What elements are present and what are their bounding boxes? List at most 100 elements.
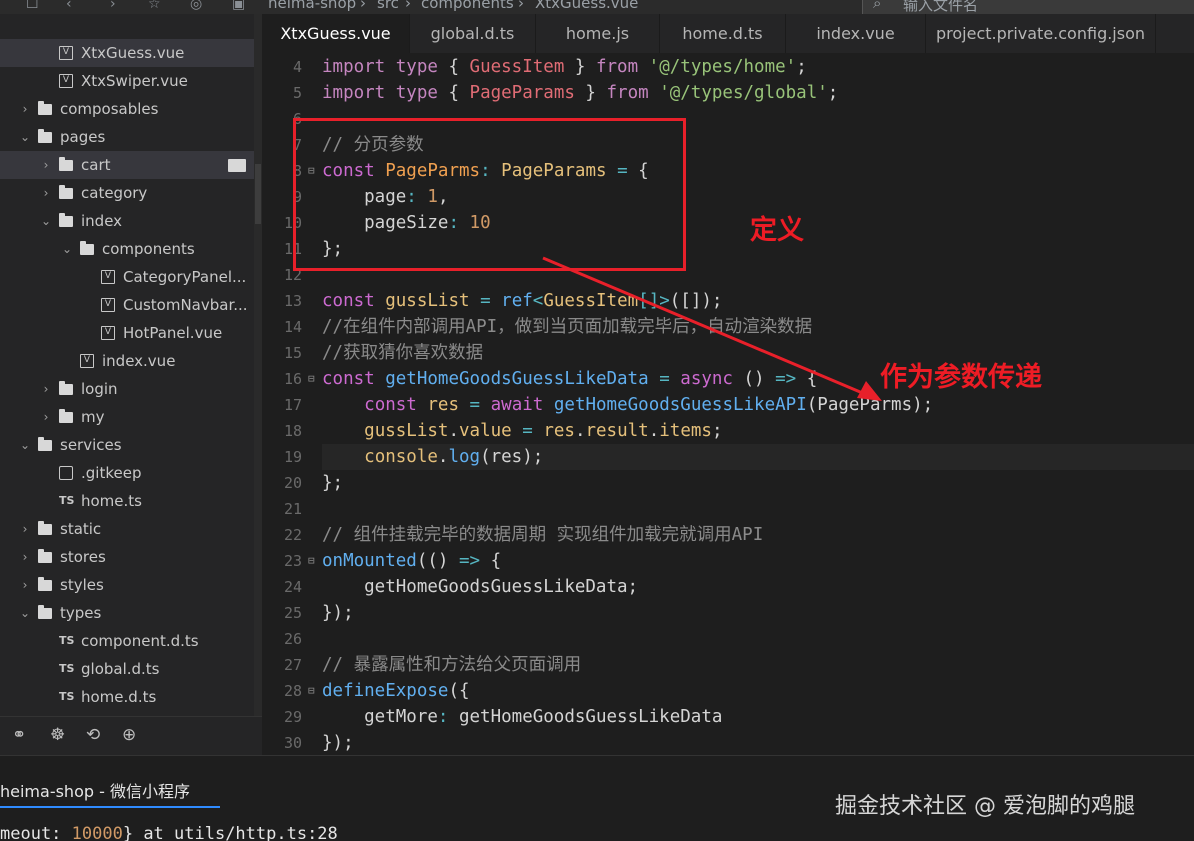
star-icon[interactable]: ☆ bbox=[148, 0, 161, 12]
code-token: '@/types/global' bbox=[659, 83, 828, 103]
chevron-right-icon[interactable]: › bbox=[39, 403, 53, 431]
sidebar-item-label: component.d.ts bbox=[81, 632, 199, 650]
sidebar-item-label: cart bbox=[81, 156, 111, 174]
fold-toggle-icon[interactable]: ⊟ bbox=[308, 678, 318, 704]
sidebar-item[interactable]: ⌄ components bbox=[0, 235, 254, 263]
fold-toggle-icon[interactable]: ⊟ bbox=[308, 548, 318, 574]
sidebar-item[interactable]: › category bbox=[0, 179, 254, 207]
code-line[interactable]: import type { GuessItem } from '@/types/… bbox=[322, 54, 807, 80]
forward-arrow-icon[interactable]: › bbox=[110, 0, 116, 12]
code-line[interactable]: onMounted(() => { bbox=[322, 548, 501, 574]
scrollbar-thumb[interactable] bbox=[255, 164, 261, 224]
code-line[interactable]: }); bbox=[322, 600, 354, 626]
chevron-right-icon[interactable]: › bbox=[39, 375, 53, 403]
editor-tab[interactable]: home.d.ts bbox=[660, 14, 786, 53]
sidebar-item[interactable]: V CustomNavbar... bbox=[0, 291, 254, 319]
editor-tab[interactable]: XtxGuess.vue bbox=[262, 14, 410, 53]
chevron-right-icon[interactable]: › bbox=[18, 95, 32, 123]
code-line[interactable]: console.log(res); bbox=[322, 444, 1194, 470]
code-line[interactable]: const gussList = ref<GuessItem[]>([]); bbox=[322, 288, 722, 314]
editor-tab[interactable]: project.private.config.json bbox=[926, 14, 1156, 53]
new-folder-icon[interactable] bbox=[228, 159, 246, 172]
code-line[interactable]: getMore: getHomeGoodsGuessLikeData bbox=[322, 704, 722, 730]
code-line[interactable]: import type { PageParams } from '@/types… bbox=[322, 80, 838, 106]
sidebar-item[interactable]: ⌄ pages bbox=[0, 123, 254, 151]
line-number: 14 bbox=[283, 318, 302, 336]
breadcrumb-item[interactable]: XtxGuess.vue bbox=[535, 0, 638, 12]
code-line[interactable]: //在组件内部调用API，做到当页面加载完毕后，自动渲染数据 bbox=[322, 314, 812, 340]
breadcrumb-item[interactable]: heima-shop bbox=[268, 0, 356, 12]
chevron-right-icon[interactable]: › bbox=[18, 543, 32, 571]
code-token: ref bbox=[501, 291, 533, 311]
code-line[interactable]: gussList.value = res.result.items; bbox=[322, 418, 722, 444]
sidebar-item[interactable]: › my bbox=[0, 403, 254, 431]
editor-tab[interactable]: index.vue bbox=[786, 14, 926, 53]
file-search-input[interactable]: ⌕ 输入文件名 bbox=[862, 0, 1194, 14]
chevron-down-icon[interactable]: ⌄ bbox=[18, 599, 32, 627]
sidebar-item[interactable]: TS home.d.ts bbox=[0, 683, 254, 711]
sidebar-item-label: home.d.ts bbox=[81, 688, 157, 706]
code-line[interactable]: const res = await getHomeGoodsGuessLikeA… bbox=[322, 392, 933, 418]
extensions-icon[interactable]: ⊕ bbox=[122, 725, 136, 745]
chevron-down-icon[interactable]: ⌄ bbox=[60, 235, 74, 263]
code-token: ; bbox=[827, 83, 839, 103]
code-line[interactable]: getHomeGoodsGuessLikeData; bbox=[322, 574, 638, 600]
bottom-panel-tab[interactable]: heima-shop - 微信小程序 bbox=[0, 778, 190, 802]
sidebar-scrollbar[interactable] bbox=[254, 14, 262, 755]
sidebar-item[interactable]: › styles bbox=[0, 571, 254, 599]
sidebar-item[interactable]: .gitkeep bbox=[0, 459, 254, 487]
breadcrumb-item[interactable]: src bbox=[377, 0, 399, 12]
sidebar-item[interactable]: › login bbox=[0, 375, 254, 403]
console-text: meout: bbox=[0, 824, 72, 841]
chevron-down-icon[interactable]: ⌄ bbox=[18, 123, 32, 151]
code-line[interactable]: }; bbox=[322, 470, 343, 496]
binoculars-icon[interactable]: ⚭ bbox=[12, 725, 26, 745]
editor-tab[interactable]: global.d.ts bbox=[410, 14, 536, 53]
sidebar-item[interactable]: V XtxGuess.vue bbox=[0, 39, 254, 67]
sidebar-item[interactable]: › cart bbox=[0, 151, 254, 179]
chevron-right-icon[interactable]: › bbox=[18, 515, 32, 543]
sidebar-item[interactable]: V HotPanel.vue bbox=[0, 319, 254, 347]
sidebar-item[interactable]: › stores bbox=[0, 543, 254, 571]
editor-tab[interactable]: home.js bbox=[536, 14, 660, 53]
sidebar-item[interactable]: ⌄ index bbox=[0, 207, 254, 235]
chevron-down-icon[interactable]: ⌄ bbox=[39, 207, 53, 235]
sidebar-item[interactable]: TS global.d.ts bbox=[0, 655, 254, 683]
code-line[interactable]: // 暴露属性和方法给父页面调用 bbox=[322, 652, 581, 678]
chevron-right-icon[interactable]: › bbox=[39, 151, 53, 179]
code-line[interactable]: // 组件挂载完毕的数据周期 实现组件加载完就调用API bbox=[322, 522, 763, 548]
fold-toggle-icon[interactable]: ⊟ bbox=[308, 366, 318, 392]
chevron-right-icon[interactable]: › bbox=[39, 179, 53, 207]
sidebar-item[interactable]: ⌄ types bbox=[0, 599, 254, 627]
sidebar-item[interactable]: Vindex.vue bbox=[0, 347, 254, 375]
code-line[interactable]: defineExpose({ bbox=[322, 678, 470, 704]
sidebar-item-label: static bbox=[60, 520, 102, 538]
sidebar-item[interactable]: V CategoryPanel... bbox=[0, 263, 254, 291]
code-line[interactable]: }); bbox=[322, 730, 354, 755]
code-token: onMounted bbox=[322, 551, 417, 571]
sidebar-item[interactable]: TS component.d.ts bbox=[0, 627, 254, 655]
sidebar-item[interactable]: TS home.ts bbox=[0, 487, 254, 515]
code-token: getMore bbox=[322, 707, 438, 727]
chevron-right-icon[interactable]: › bbox=[18, 571, 32, 599]
bug-icon[interactable]: ☸ bbox=[50, 725, 65, 745]
chevron-down-icon[interactable]: ⌄ bbox=[18, 431, 32, 459]
sidebar-item[interactable]: › composables bbox=[0, 95, 254, 123]
ts-file-icon: TS bbox=[59, 662, 75, 675]
square-icon[interactable]: ☐ bbox=[26, 0, 39, 12]
line-number: 30 bbox=[283, 734, 302, 752]
code-token: result bbox=[585, 421, 649, 441]
folder-icon bbox=[38, 101, 52, 115]
source-control-icon[interactable]: ⟲ bbox=[86, 725, 100, 745]
preview-icon[interactable]: ◎ bbox=[190, 0, 202, 12]
breadcrumb-separator: › bbox=[360, 0, 366, 12]
breadcrumb-item[interactable]: components bbox=[421, 0, 514, 12]
back-arrow-icon[interactable]: ‹ bbox=[66, 0, 72, 12]
sidebar-item[interactable]: V XtxSwiper.vue bbox=[0, 67, 254, 95]
code-token: . bbox=[448, 421, 459, 441]
sidebar-item[interactable]: › static bbox=[0, 515, 254, 543]
code-line[interactable]: //获取猜你喜欢数据 bbox=[322, 340, 483, 366]
code-line[interactable]: const getHomeGoodsGuessLikeData = async … bbox=[322, 366, 817, 392]
sidebar-item[interactable]: ⌄ services bbox=[0, 431, 254, 459]
